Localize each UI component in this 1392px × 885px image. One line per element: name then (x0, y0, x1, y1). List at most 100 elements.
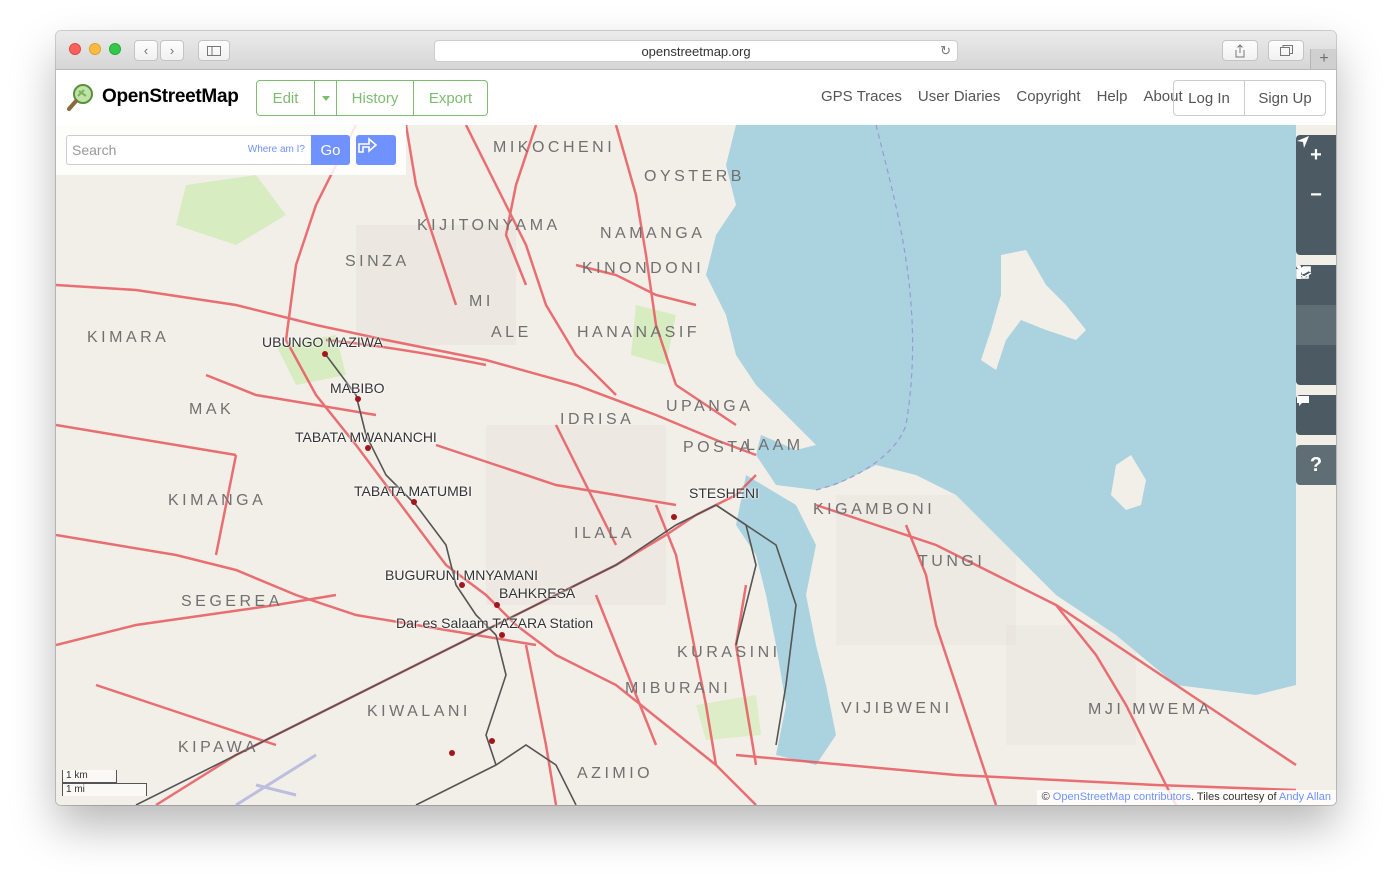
scale-km: 1 km (62, 770, 117, 783)
osm-contributors-link[interactable]: OpenStreetMap contributors (1053, 791, 1191, 803)
locate-button[interactable] (1296, 136, 1336, 255)
place-label: ALE (491, 324, 532, 341)
back-button[interactable]: ‹ (134, 40, 158, 61)
map-key-button[interactable] (1296, 265, 1336, 345)
station-label[interactable]: Dar es Salaam TAZARA Station (396, 615, 593, 631)
help-button[interactable]: ? (1296, 445, 1336, 485)
forward-button[interactable]: › (160, 40, 184, 61)
place-label: KIMANGA (168, 492, 267, 509)
zoom-in-icon: + (1310, 143, 1322, 166)
add-note-button[interactable] (1296, 395, 1336, 435)
auth-buttons: Log In Sign Up (1173, 80, 1326, 116)
site-header: OpenStreetMap Edit History Export GPS Tr… (56, 70, 1336, 126)
signup-button[interactable]: Sign Up (1245, 81, 1325, 115)
nav-help[interactable]: Help (1097, 88, 1128, 105)
station-label[interactable]: BUGURUNI MNYAMANI (385, 567, 538, 583)
tabs-icon (1279, 45, 1293, 56)
panel-controls (1296, 265, 1336, 385)
place-label: UPANGA (666, 398, 754, 415)
map-view[interactable]: MIKOCHENI OYSTERB KIJITONYAMA NAMANGA SI… (56, 125, 1336, 805)
scale-mi: 1 mi (62, 783, 147, 796)
zoom-out-icon: − (1310, 183, 1322, 206)
where-am-i-link[interactable]: Where am I? (248, 136, 305, 164)
place-label: MIBURANI (625, 680, 732, 697)
station-label[interactable]: UBUNGO MAZIWA (262, 334, 383, 350)
place-label: MAK (189, 401, 235, 418)
logo-text: OpenStreetMap (102, 86, 239, 107)
help-control: ? (1296, 445, 1336, 485)
attribution-text: . Tiles courtesy of (1190, 791, 1277, 803)
place-label: KURASINI (677, 644, 781, 661)
nav-gps-traces[interactable]: GPS Traces (821, 88, 902, 105)
address-bar[interactable]: openstreetmap.org ↻ (434, 40, 958, 62)
note-control (1296, 395, 1336, 435)
place-label: POSTA (683, 439, 754, 456)
note-icon (1297, 396, 1309, 406)
edit-dropdown-button[interactable] (315, 81, 337, 115)
place-label: SINZA (345, 253, 410, 270)
nav-user-diaries[interactable]: User Diaries (918, 88, 1001, 105)
locate-icon (1297, 136, 1309, 148)
maximize-window-button[interactable] (109, 43, 121, 55)
share-icon (1235, 43, 1245, 57)
minimize-window-button[interactable] (89, 43, 101, 55)
browser-titlebar: ‹ › openstreetmap.org ↻ + (56, 31, 1336, 70)
station-label[interactable]: TABATA MATUMBI (354, 483, 472, 499)
search-input[interactable]: Search Where am I? (66, 135, 311, 165)
station-label[interactable]: BAHKRESA (499, 585, 575, 601)
login-button[interactable]: Log In (1174, 81, 1245, 115)
export-button[interactable]: Export (414, 81, 487, 115)
share-icon (1296, 266, 1311, 279)
edit-button[interactable]: Edit (257, 81, 315, 115)
header-nav: GPS Traces User Diaries Copyright Help A… (821, 88, 1199, 105)
close-window-button[interactable] (69, 43, 81, 55)
place-label: OYSTERB (644, 168, 745, 185)
place-label: KINONDONI (582, 260, 705, 277)
place-label: ILALA (574, 525, 636, 542)
magnifier-logo-icon (67, 84, 93, 111)
sidebar-icon (207, 45, 221, 56)
caret-down-icon (321, 95, 330, 101)
place-label: KIWALANI (367, 703, 471, 720)
place-label: KIPAWA (178, 739, 259, 756)
chevron-left-icon: ‹ (143, 43, 149, 58)
tabs-overview-button[interactable] (1268, 40, 1304, 61)
osm-logo[interactable]: OpenStreetMap (66, 82, 239, 112)
place-label: KIJITONYAMA (417, 217, 561, 234)
place-label: TUNGI (918, 553, 986, 570)
station-label[interactable]: MABIBO (330, 380, 384, 396)
place-label: KIGAMBONI (813, 501, 936, 518)
share-button[interactable] (1222, 40, 1258, 61)
place-label: IDRISA (560, 411, 635, 428)
reload-icon[interactable]: ↻ (940, 43, 951, 59)
directions-button[interactable] (356, 135, 396, 165)
directions-icon (358, 137, 378, 153)
place-label: MIKOCHENI (493, 139, 616, 156)
chevron-right-icon: › (169, 43, 175, 58)
station-label[interactable]: TABATA MWANANCHI (295, 429, 437, 445)
place-label: VIJIBWENI (841, 700, 953, 717)
share-map-button[interactable] (1296, 266, 1336, 385)
place-label: LAAM (746, 437, 804, 454)
history-button[interactable]: History (337, 81, 414, 115)
station-label[interactable]: STESHENI (689, 485, 759, 501)
place-label: MJI MWEMA (1088, 701, 1213, 718)
place-label: MI (469, 293, 494, 310)
place-label: AZIMIO (577, 765, 654, 782)
place-label: NAMANGA (600, 225, 706, 242)
search-placeholder: Search (72, 142, 117, 158)
url-text: openstreetmap.org (641, 43, 751, 59)
zoom-controls: + − (1296, 135, 1336, 255)
andy-allan-link[interactable]: Andy Allan (1279, 791, 1331, 803)
search-go-button[interactable]: Go (311, 135, 350, 165)
map-scale: 1 km 1 mi (62, 770, 147, 796)
sidebar-toggle-button[interactable] (198, 40, 230, 61)
search-panel: Search Where am I? Go (56, 125, 406, 175)
place-label: KIMARA (87, 329, 170, 346)
place-label: HANANASIF (577, 324, 701, 341)
attribution-copyright: © (1041, 791, 1050, 803)
zoom-out-button[interactable]: − (1296, 175, 1336, 215)
place-label: SEGEREA (181, 593, 283, 610)
new-tab-button[interactable]: + (1310, 49, 1336, 69)
nav-copyright[interactable]: Copyright (1016, 88, 1080, 105)
